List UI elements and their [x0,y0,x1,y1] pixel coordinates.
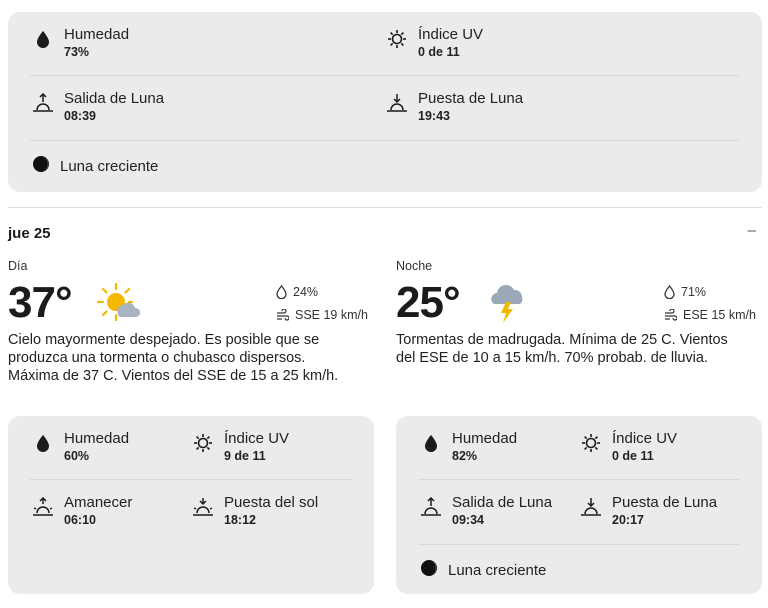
water-drop-icon [30,432,56,454]
divider [30,75,740,76]
moonset-icon [384,92,410,114]
sunrise-icon [30,496,56,518]
moonset-icon [578,496,604,518]
day-humidity-label: Humedad [64,430,130,447]
collapse-button[interactable]: – [748,222,756,239]
night-moonrise-value: 09:34 [452,513,484,527]
night-temperature: 25° [396,278,461,327]
sunset-value: 18:12 [224,513,256,527]
moon-phase-icon [420,559,438,582]
moonrise-item: Salida de Luna 08:39 [30,90,164,125]
night-uv-item: Índice UV 0 de 11 [578,430,677,465]
day-details-card: Humedad 60% Índice UV 9 de 11 Amanecer 0… [8,416,374,594]
night-uv-value: 0 de 11 [612,449,654,463]
day-date[interactable]: jue 25 [8,225,51,242]
moon-phase-label: Luna creciente [60,157,159,175]
night-precip-value: 71% [681,285,707,299]
night-humidity-label: Humedad [452,430,518,447]
sunrise-label: Amanecer [64,494,133,511]
moonset-label: Puesta de Luna [418,90,524,107]
night-moon-phase-row: Luna creciente [420,559,546,582]
humidity-label: Humedad [64,26,130,43]
day-uv-item: Índice UV 9 de 11 [190,430,289,465]
sunrise-item: Amanecer 06:10 [30,494,132,529]
moonset-item: Puesta de Luna 19:43 [384,90,523,125]
moonrise-icon [418,496,444,518]
uv-label: Índice UV [418,26,484,43]
wind-icon [277,309,289,321]
day-precip-value: 24% [293,285,319,299]
day-period-label: Día [8,259,28,273]
section-divider [8,207,762,208]
raindrop-icon [276,285,287,299]
night-moonset-label: Puesta de Luna [612,494,718,511]
night-uv-label: Índice UV [612,430,678,447]
divider [418,479,740,480]
night-precip: 71% [664,285,706,299]
wind-icon [665,309,677,321]
night-humidity-value: 82% [452,449,478,463]
night-moon-phase-label: Luna creciente [448,561,547,579]
day-humidity-value: 60% [64,449,90,463]
day-wind-value: SSE 19 km/h [295,308,368,322]
thunderstorm-icon [488,282,528,329]
uv-value: 0 de 11 [418,45,460,59]
night-description: Tormentas de madrugada. Mínima de 25 C. … [396,332,728,366]
day-uv-label: Índice UV [224,430,290,447]
divider [30,479,352,480]
top-details-card: Humedad 73% Índice UV 0 de 11 Salida de … [8,12,762,192]
uv-sun-icon [384,28,410,50]
moonrise-value: 08:39 [64,109,96,123]
divider [418,544,740,545]
sunrise-value: 06:10 [64,513,96,527]
sunset-item: Puesta del sol 18:12 [190,494,318,529]
moon-phase-row: Luna creciente [32,155,158,178]
night-wind: ESE 15 km/h [664,308,756,322]
sunset-icon [190,496,216,518]
day-uv-value: 9 de 11 [224,449,266,463]
sunset-label: Puesta del sol [224,494,319,511]
uv-sun-icon [190,432,216,454]
humidity-value: 73% [64,45,90,59]
night-details-card: Humedad 82% Índice UV 0 de 11 Salida de … [396,416,762,594]
uv-sun-icon [578,432,604,454]
night-period-label: Noche [396,259,433,273]
humidity-item: Humedad 73% [30,26,129,61]
night-moonrise-label: Salida de Luna [452,494,553,511]
day-humidity-item: Humedad 60% [30,430,129,465]
water-drop-icon [30,28,56,50]
night-moonset-value: 20:17 [612,513,644,527]
moonrise-icon [30,92,56,114]
night-humidity-item: Humedad 82% [418,430,517,465]
moon-phase-icon [32,155,50,178]
day-wind: SSE 19 km/h [276,308,368,322]
day-description: Cielo mayormente despejado. Es posible q… [8,332,339,384]
day-precip: 24% [276,285,318,299]
water-drop-icon [418,432,444,454]
moonrise-label: Salida de Luna [64,90,165,107]
night-moonset-item: Puesta de Luna 20:17 [578,494,717,529]
night-moonrise-item: Salida de Luna 09:34 [418,494,552,529]
partly-sunny-icon [96,282,141,327]
moonset-value: 19:43 [418,109,450,123]
night-wind-value: ESE 15 km/h [683,308,756,322]
raindrop-icon [664,285,675,299]
uv-item: Índice UV 0 de 11 [384,26,483,61]
divider [30,140,740,141]
day-temperature: 37° [8,278,73,327]
